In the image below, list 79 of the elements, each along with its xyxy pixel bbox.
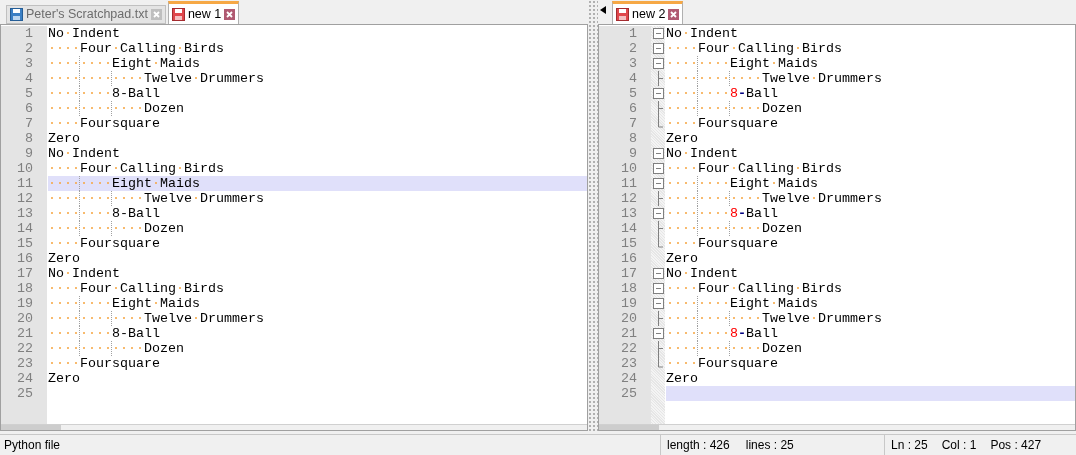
line-number: 10 [16, 161, 34, 176]
splitter-grip[interactable] [588, 0, 598, 431]
document-tab[interactable]: Peter's Scratchpad.txt [6, 5, 166, 24]
close-icon[interactable] [668, 8, 680, 20]
line-number: 5 [24, 86, 34, 101]
line-number: 6 [628, 101, 638, 116]
line-number: 16 [620, 251, 638, 266]
line-position-label: Ln : 25 [891, 437, 928, 454]
fold-toggle-icon[interactable] [652, 268, 664, 279]
line-number: 1 [628, 26, 638, 41]
line-number: 25 [620, 386, 638, 401]
line-number: 5 [628, 86, 638, 101]
fold-toggle-icon[interactable] [652, 28, 664, 39]
line-number: 12 [620, 191, 638, 206]
line-number: 11 [16, 176, 34, 191]
line-number: 22 [16, 341, 34, 356]
line-number: 10 [620, 161, 638, 176]
line-number: 8 [628, 131, 638, 146]
line-number: 9 [628, 146, 638, 161]
line-number: 17 [620, 266, 638, 281]
line-number: 16 [16, 251, 34, 266]
line-number: 12 [16, 191, 34, 206]
line-number: 2 [24, 41, 34, 56]
line-number: 19 [16, 296, 34, 311]
line-number: 2 [628, 41, 638, 56]
line-number: 17 [16, 266, 34, 281]
line-number: 13 [620, 206, 638, 221]
line-number: 11 [620, 176, 638, 191]
line-number: 13 [16, 206, 34, 221]
horizontal-scrollbar-thumb[interactable] [599, 425, 659, 430]
editor-panel[interactable] [598, 24, 1076, 431]
line-number: 21 [16, 326, 34, 341]
scroll-left-icon[interactable] [600, 6, 606, 14]
fold-toggle-icon[interactable] [652, 283, 664, 294]
fold-toggle-icon[interactable] [652, 148, 664, 159]
line-number: 25 [16, 386, 34, 401]
line-number: 4 [628, 71, 638, 86]
language-label: Python file [3, 437, 62, 454]
line-number: 14 [16, 221, 34, 236]
line-number: 7 [24, 116, 34, 131]
line-number: 24 [620, 371, 638, 386]
column-label: Col : 1 [941, 437, 977, 454]
editor-panel[interactable] [0, 24, 588, 431]
line-number: 23 [620, 356, 638, 371]
horizontal-scrollbar-thumb[interactable] [1, 425, 61, 430]
line-number: 23 [16, 356, 34, 371]
line-number: 19 [620, 296, 638, 311]
fold-toggle-icon[interactable] [652, 58, 664, 69]
line-number: 9 [24, 146, 34, 161]
fold-toggle-icon[interactable] [652, 178, 664, 189]
line-number: 15 [620, 236, 638, 251]
line-number: 18 [16, 281, 34, 296]
line-number: 6 [24, 101, 34, 116]
line-number: 18 [620, 281, 638, 296]
line-number: 1 [24, 26, 34, 41]
line-number: 4 [24, 71, 34, 86]
fold-toggle-icon[interactable] [652, 163, 664, 174]
line-number: 3 [24, 56, 34, 71]
close-icon[interactable] [224, 8, 236, 20]
length-label: length : 426 [667, 437, 730, 454]
line-number: 3 [628, 56, 638, 71]
fold-toggle-icon[interactable] [652, 208, 664, 219]
fold-toggle-icon[interactable] [652, 298, 664, 309]
line-number: 8 [24, 131, 34, 146]
line-number: 21 [620, 326, 638, 341]
fold-toggle-icon[interactable] [652, 43, 664, 54]
line-number: 20 [620, 311, 638, 326]
document-tab[interactable]: new 2 [612, 1, 684, 24]
line-number: 14 [620, 221, 638, 236]
document-tab[interactable]: new 1 [167, 1, 240, 24]
fold-toggle-icon[interactable] [652, 88, 664, 99]
line-number: 7 [628, 116, 638, 131]
position-label: Pos : 427 [990, 437, 1042, 454]
line-number: 15 [16, 236, 34, 251]
lines-label: lines : 25 [745, 437, 794, 454]
line-number: 20 [16, 311, 34, 326]
fold-toggle-icon[interactable] [652, 328, 664, 339]
line-number: 24 [16, 371, 34, 386]
line-number: 22 [620, 341, 638, 356]
